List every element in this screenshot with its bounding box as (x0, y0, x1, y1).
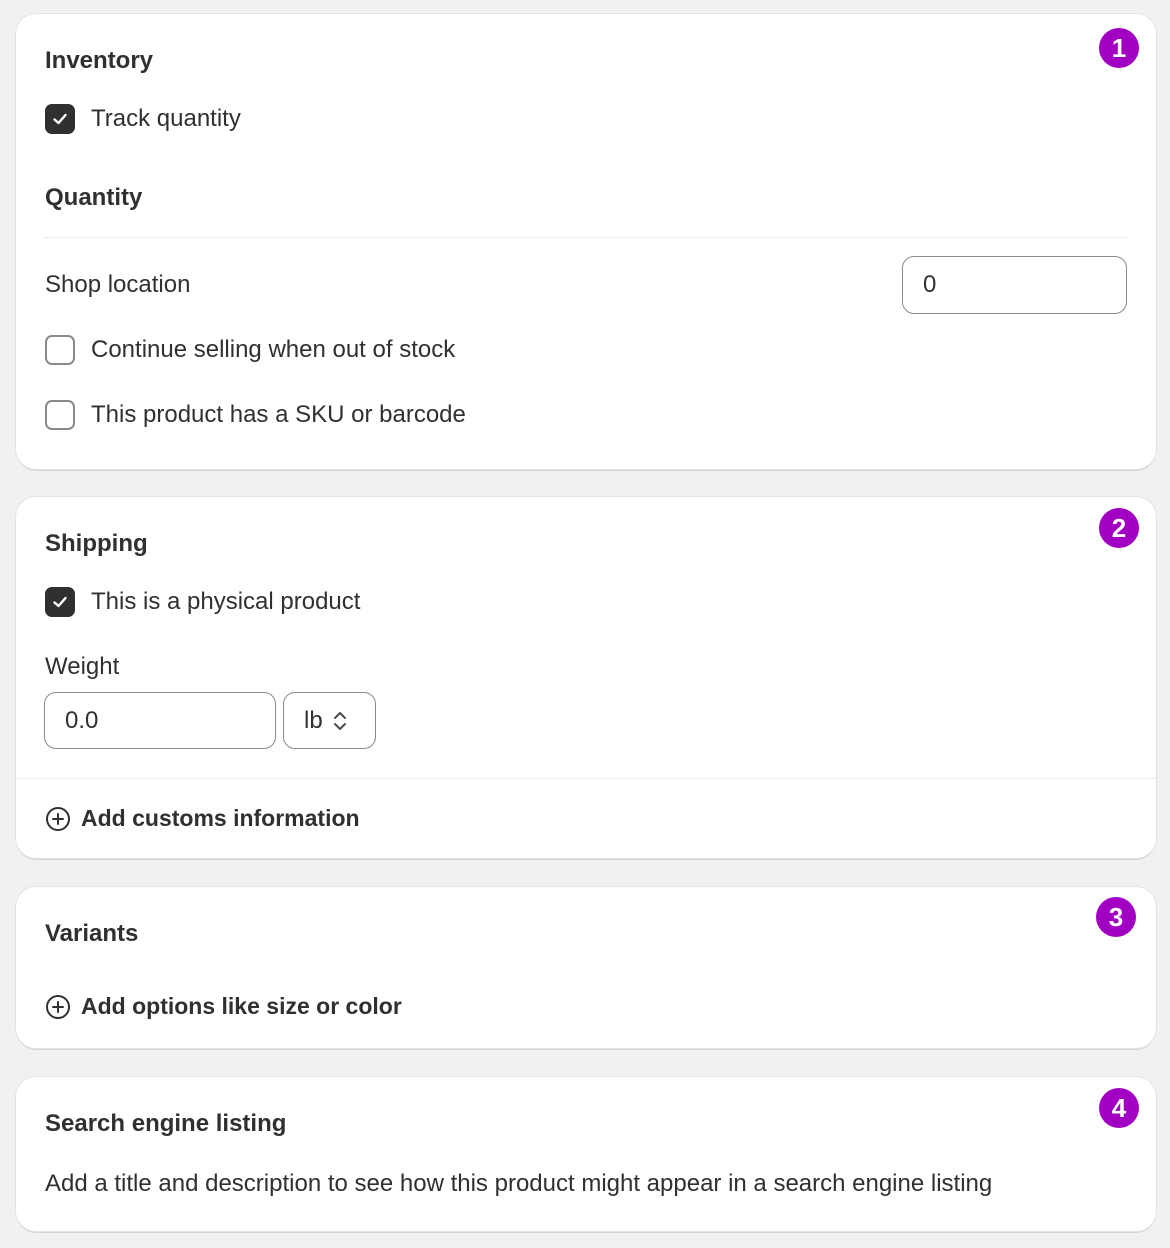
weight-unit-value: lb (304, 706, 323, 734)
track-quantity-checkbox[interactable]: Track quantity (45, 104, 241, 134)
continue-selling-label: Continue selling when out of stock (91, 336, 456, 363)
physical-product-checkbox[interactable]: This is a physical product (45, 587, 360, 617)
continue-selling-checkbox[interactable]: Continue selling when out of stock (45, 335, 455, 365)
shipping-divider (16, 778, 1156, 779)
shipping-card: Shipping 2 This is a physical product We… (16, 497, 1156, 858)
physical-product-label: This is a physical product (91, 588, 361, 615)
step-badge-2: 2 (1099, 508, 1139, 548)
step-badge-1: 1 (1099, 28, 1139, 68)
step-badge-4: 4 (1099, 1088, 1139, 1128)
shop-location-label: Shop location (45, 271, 191, 298)
add-options-button[interactable]: Add options like size or color (45, 993, 402, 1020)
checkbox-unchecked[interactable] (45, 335, 75, 365)
search-engine-listing-title: Search engine listing (45, 1110, 287, 1137)
select-chevrons-icon (333, 711, 346, 730)
inventory-title: Inventory (45, 47, 154, 74)
plus-circle-icon (46, 806, 70, 831)
checkbox-checked[interactable] (45, 587, 75, 617)
checkmark-icon (53, 596, 67, 608)
quantity-heading: Quantity (45, 184, 143, 211)
checkmark-icon (53, 113, 67, 125)
add-customs-information-button[interactable]: Add customs information (45, 805, 360, 832)
sku-barcode-label: This product has a SKU or barcode (91, 401, 466, 428)
variants-card: Variants 3 Add options like size or colo… (16, 887, 1156, 1048)
search-engine-listing-description: Add a title and description to see how t… (45, 1170, 993, 1197)
shipping-title: Shipping (45, 530, 148, 557)
checkbox-checked[interactable] (45, 104, 75, 134)
shop-location-quantity-input[interactable]: 0 (902, 256, 1127, 314)
plus-circle-icon (46, 994, 70, 1019)
quantity-divider (44, 237, 1127, 238)
track-quantity-label: Track quantity (91, 105, 241, 132)
checkbox-unchecked[interactable] (45, 400, 75, 430)
add-options-label: Add options like size or color (81, 993, 402, 1019)
weight-input[interactable]: 0.0 (44, 692, 276, 749)
variants-title: Variants (45, 920, 139, 947)
weight-label: Weight (45, 653, 120, 680)
step-badge-3: 3 (1096, 897, 1136, 937)
weight-unit-select[interactable]: lb (283, 692, 376, 749)
inventory-card: Inventory 1 Track quantity Quantity Shop… (16, 14, 1156, 469)
search-engine-listing-card: Search engine listing 4 Add a title and … (16, 1077, 1156, 1231)
add-customs-information-label: Add customs information (81, 805, 360, 831)
sku-barcode-checkbox[interactable]: This product has a SKU or barcode (45, 400, 466, 430)
